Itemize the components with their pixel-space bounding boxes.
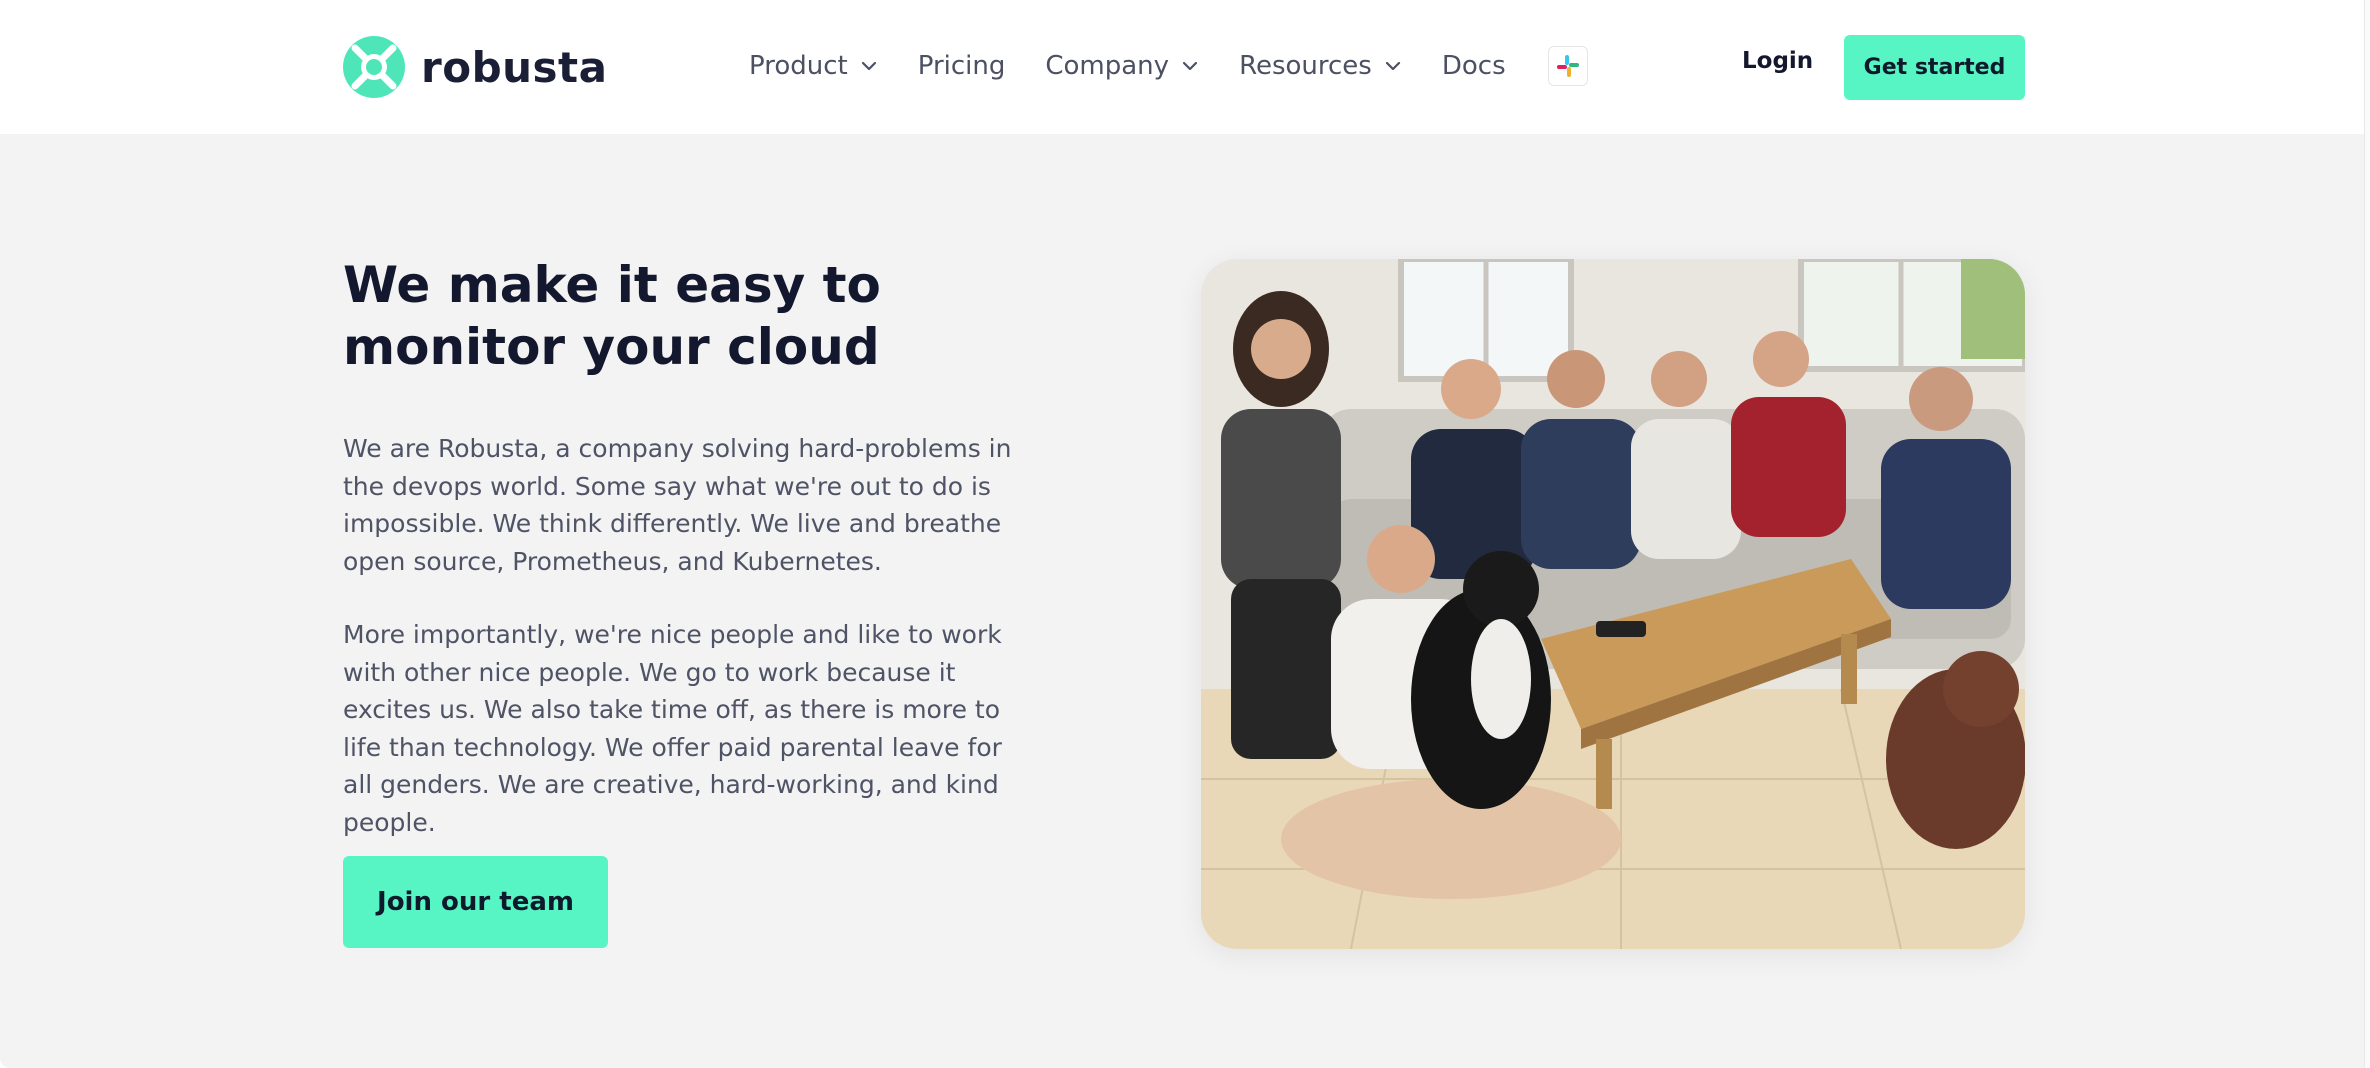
team-photo [1201, 259, 2025, 949]
join-our-team-button[interactable]: Join our team [343, 856, 608, 948]
team-photo-illustration [1201, 259, 2025, 949]
brand-name: robusta [421, 42, 608, 92]
logo-link[interactable]: robusta [343, 36, 607, 98]
hero-paragraph-intro: We are Robusta, a company solving hard-p… [343, 434, 1012, 576]
get-started-button[interactable]: Get started [1844, 35, 2025, 100]
login-link[interactable]: Login [1742, 48, 1813, 74]
hero-section: We make it easy to monitor your cloud We… [0, 134, 2364, 1068]
nav-item-docs[interactable]: Docs [1442, 51, 1506, 81]
page-scrollbar[interactable] [2364, 0, 2370, 1068]
chevron-down-icon [1385, 61, 1400, 71]
nav-item-label: Pricing [917, 51, 1006, 81]
nav-item-product[interactable]: Product [749, 51, 878, 81]
nav-item-label: Resources [1239, 51, 1372, 81]
slack-button[interactable] [1547, 46, 1588, 86]
nav-item-company[interactable]: Company [1045, 51, 1199, 81]
nav-item-label: Product [749, 51, 848, 81]
hero-title: We make it easy to monitor your cloud [343, 256, 881, 376]
main-nav: Product Pricing Company Resources Docs [749, 40, 1588, 92]
slack-icon [1556, 55, 1579, 77]
nav-item-resources[interactable]: Resources [1239, 51, 1402, 81]
hero-paragraph-culture: More importantly, we're nice people and … [343, 620, 1002, 837]
chevron-down-icon [1182, 61, 1198, 71]
robusta-logo-icon [343, 36, 405, 98]
nav-item-pricing[interactable]: Pricing [918, 51, 1006, 81]
chevron-down-icon [861, 61, 876, 71]
nav-item-label: Company [1045, 51, 1170, 81]
nav-item-label: Docs [1441, 51, 1506, 81]
site-header: robusta Product Pricing Company Resource… [0, 0, 2370, 134]
